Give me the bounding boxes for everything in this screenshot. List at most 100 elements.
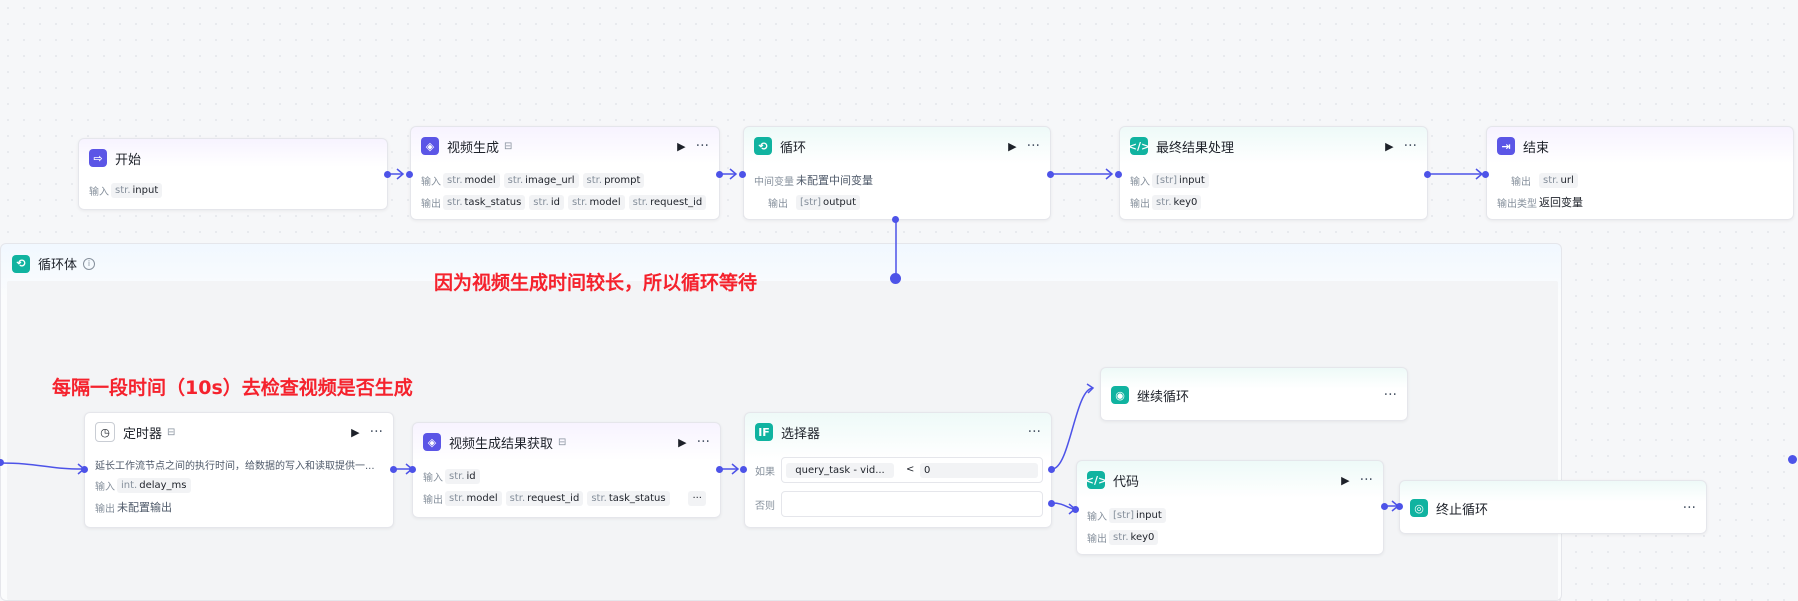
node-video-gen-title: 视频生成 [447, 140, 500, 156]
port-out[interactable] [390, 466, 397, 473]
node-end-type-row: 输出类型 返回变量 [1497, 193, 1583, 211]
node-video-gen-inputs: 输入 str. model str. image_url str. prompt [421, 171, 648, 189]
port-out[interactable] [1381, 503, 1388, 510]
condition-field[interactable]: query_task - vid... < 0 [781, 457, 1043, 483]
more-options-icon[interactable]: ··· [696, 139, 709, 153]
port-out[interactable] [716, 466, 723, 473]
output-label: 输出 [421, 198, 441, 210]
wire-selector-continue [1051, 387, 1094, 470]
node-final-processing[interactable]: </> 最终结果处理 ▶ ··· 输入 [str] input 输出 str. ke… [1119, 126, 1428, 220]
wire-body-timer [0, 462, 85, 470]
port-loop-body-out[interactable] [892, 216, 899, 223]
port-else-out[interactable] [1048, 500, 1055, 507]
node-timer-output-row: 输出 未配置输出 [95, 498, 172, 516]
node-final-title: 最终结果处理 [1156, 140, 1235, 156]
port-loop-body-handle[interactable] [890, 273, 901, 284]
start-icon: ⇨ [89, 149, 107, 167]
input-label: 输入 [89, 186, 109, 198]
node-start-input-row: 输入 str. input [89, 181, 166, 199]
node-timer[interactable]: ◷ 定时器 ⊟ ▶ ··· 延长工作流节点之间的执行时间，给数据的写入和读取提供… [84, 412, 394, 528]
param-tag: str. model [445, 490, 502, 506]
run-play-icon[interactable]: ▶ [1341, 475, 1349, 486]
more-options-icon[interactable]: ··· [1027, 139, 1040, 153]
node-start[interactable]: ⇨ 开始 输入 str. input [78, 138, 388, 210]
condition-right-operand[interactable]: 0 [920, 463, 1038, 478]
port-out[interactable] [1424, 171, 1431, 178]
plugin-badge-icon: ⊟ [558, 436, 567, 448]
run-play-icon[interactable]: ▶ [678, 437, 686, 448]
port-out[interactable] [1047, 171, 1054, 178]
node-continue-loop[interactable]: ◉ 继续循环 ··· [1100, 367, 1408, 421]
node-video-result-output-row: 输出 str. model str. request_id str. task_sta… [423, 489, 710, 507]
param-tag: str. image_url [503, 172, 579, 188]
input-label: 输入 [95, 481, 115, 493]
node-end[interactable]: ⇥ 结束 输出 str. url 输出类型 返回变量 [1486, 126, 1794, 220]
more-options-icon[interactable]: ··· [370, 425, 383, 439]
param-tag: str. key0 [1109, 529, 1159, 545]
output-type-value: 返回变量 [1539, 196, 1583, 209]
node-video-result-input-row: 输入 str. id [423, 467, 484, 485]
port-in[interactable] [740, 466, 747, 473]
param-tag: str. task_status [443, 194, 526, 210]
port-if-out[interactable] [1048, 466, 1055, 473]
node-final-output-row: 输出 str. key0 [1130, 193, 1205, 211]
else-label: 否则 [755, 500, 775, 512]
run-play-icon[interactable]: ▶ [677, 141, 685, 152]
output-type-label: 输出类型 [1497, 198, 1537, 210]
node-loop-mid-row: 中间变量 未配置中间变量 [754, 171, 873, 189]
run-play-icon[interactable]: ▶ [1385, 141, 1393, 152]
clock-icon: ◷ [95, 422, 115, 442]
node-timer-title: 定时器 [123, 426, 163, 442]
output-label: 输出 [1087, 533, 1107, 545]
param-tag: str. model [443, 172, 500, 188]
if-label: 如果 [755, 466, 775, 478]
more-options-icon[interactable]: ··· [1360, 473, 1373, 487]
more-params-button[interactable]: ··· [688, 490, 706, 506]
node-video-gen[interactable]: ◈ 视频生成 ⊟ ▶ ··· 输入 str. model str. image_ur… [410, 126, 720, 220]
run-play-icon[interactable]: ▶ [351, 427, 359, 438]
port-out[interactable] [716, 171, 723, 178]
port-out[interactable] [384, 171, 391, 178]
param-tag: str. url [1539, 172, 1578, 188]
run-play-icon[interactable]: ▶ [1008, 141, 1016, 152]
param-tag: str. request_id [628, 194, 707, 210]
input-label: 输入 [1087, 511, 1107, 523]
condition-operator[interactable]: < [906, 464, 914, 475]
port-in[interactable] [1072, 506, 1079, 513]
port-in[interactable] [1396, 503, 1403, 510]
condition-left-operand[interactable]: query_task - vid... [786, 463, 894, 478]
node-timer-description: 延长工作流节点之间的执行时间，给数据的写入和读取提供一... [95, 460, 375, 472]
param-tag: str. task_status [587, 490, 670, 506]
output-label: 输出 [423, 494, 443, 506]
node-continue-loop-title: 继续循环 [1137, 389, 1190, 405]
input-label: 输入 [421, 176, 441, 188]
param-tag: int. delay_ms [117, 477, 191, 493]
port-body-end[interactable] [1788, 455, 1797, 464]
param-tag: [str] input [1152, 172, 1209, 188]
input-label: 输入 [423, 472, 443, 484]
more-options-icon[interactable]: ··· [1404, 139, 1417, 153]
port-in[interactable] [406, 171, 413, 178]
port-in[interactable] [81, 466, 88, 473]
port-in[interactable] [739, 171, 746, 178]
port-in[interactable] [1482, 171, 1489, 178]
loop-icon: ⟲ [754, 137, 772, 155]
node-loop[interactable]: ⟲ 循环 ▶ ··· 中间变量 未配置中间变量 输出 [str] output [743, 126, 1051, 220]
node-code[interactable]: </> 代码 ▶ ··· 输入 [str] input 输出 str. key0 [1076, 460, 1384, 555]
port-in[interactable] [409, 466, 416, 473]
node-loop-output-row: 输出 [str] output [754, 193, 864, 211]
output-label: 输出 [1130, 198, 1150, 210]
node-selector[interactable]: IF 选择器 ··· 如果 query_task - vid... < 0 否则 [744, 412, 1052, 528]
port-in[interactable] [1115, 171, 1122, 178]
param-tag: str. id [529, 194, 564, 210]
node-timer-input-row: 输入 int. delay_ms [95, 476, 195, 494]
more-options-icon[interactable]: ··· [1384, 388, 1397, 402]
node-video-result[interactable]: ◈ 视频生成结果获取 ⊟ ▶ ··· 输入 str. id 输出 str. mode… [412, 422, 721, 518]
node-stop-loop[interactable]: ◎ 终止循环 ··· [1399, 480, 1707, 534]
more-options-icon[interactable]: ··· [1028, 425, 1041, 439]
more-options-icon[interactable]: ··· [1683, 501, 1696, 515]
more-options-icon[interactable]: ··· [697, 435, 710, 449]
mid-var-value: 未配置中间变量 [796, 174, 873, 187]
else-field[interactable] [781, 491, 1043, 517]
plugin-badge-icon: ⊟ [504, 140, 513, 152]
